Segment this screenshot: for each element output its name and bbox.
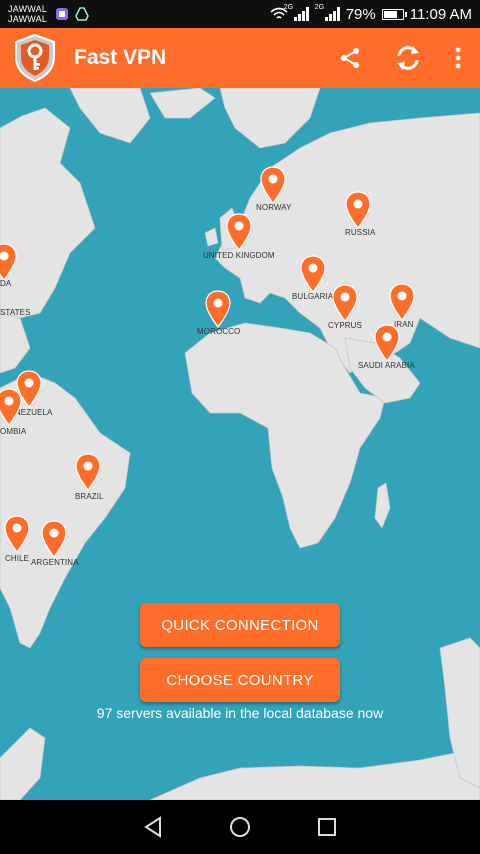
label-argentina: ARGENTINA xyxy=(31,558,79,567)
map-pin-icon xyxy=(345,191,371,229)
map-pin-icon xyxy=(332,284,358,322)
label-united-kingdom: UNITED KINGDOM xyxy=(203,251,275,260)
status-bar: JAWWAL JAWWAL 2G 2G 79% 11:09 AM xyxy=(0,0,480,28)
pin-morocco[interactable] xyxy=(205,290,231,328)
label-russia: RUSSIA xyxy=(345,228,376,237)
carrier-1: JAWWAL xyxy=(8,4,48,14)
recents-icon xyxy=(317,818,336,836)
pin-canada[interactable] xyxy=(0,243,17,281)
label-bulgaria: BULGARIA xyxy=(292,292,334,301)
network-type-1: 2G xyxy=(283,4,294,11)
label-chile: CHILE xyxy=(5,554,30,563)
pin-russia[interactable] xyxy=(345,191,371,229)
messenger-icon xyxy=(56,8,69,20)
signal-icon-2: 2G xyxy=(315,4,340,21)
shield-key-logo-icon xyxy=(15,33,55,83)
quick-connection-button[interactable]: QUICK CONNECTION xyxy=(140,603,340,647)
refresh-button[interactable] xyxy=(390,40,426,76)
label-morocco: MOROCCO xyxy=(197,327,241,336)
pin-brazil[interactable] xyxy=(75,453,101,491)
label-united-states: STATES xyxy=(0,308,31,317)
label-canada: DA xyxy=(0,279,12,288)
pin-bulgaria[interactable] xyxy=(300,255,326,293)
carrier-2: JAWWAL xyxy=(8,14,48,24)
battery-percent: 79% xyxy=(345,5,376,23)
pin-united-kingdom[interactable] xyxy=(226,213,252,251)
more-vert-icon xyxy=(455,47,461,69)
pin-norway[interactable] xyxy=(260,166,286,204)
pin-cyprus[interactable] xyxy=(332,284,358,322)
label-colombia: OMBIA xyxy=(0,427,27,436)
world-map[interactable]: NORWAY RUSSIA UNITED KINGDOM BULGARIA CY… xyxy=(0,88,480,800)
share-button[interactable] xyxy=(332,40,368,76)
share-icon xyxy=(341,48,359,68)
map-pin-icon xyxy=(226,213,252,251)
refresh-icon xyxy=(397,46,419,70)
label-brazil: BRAZIL xyxy=(75,492,104,501)
system-nav-bar xyxy=(0,800,480,854)
battery-icon xyxy=(381,8,407,20)
map-pin-icon xyxy=(0,388,22,426)
clock: 11:09 AM xyxy=(409,5,472,23)
label-saudi-arabia: SAUDI ARABIA xyxy=(358,361,415,370)
back-button[interactable] xyxy=(138,812,168,842)
more-options-button[interactable] xyxy=(448,40,468,76)
map-pin-icon xyxy=(300,255,326,293)
map-pin-icon xyxy=(75,453,101,491)
map-pin-icon xyxy=(205,290,231,328)
pin-saudi-arabia[interactable] xyxy=(374,324,400,362)
pin-colombia[interactable] xyxy=(0,388,22,426)
drive-icon xyxy=(75,7,89,21)
pin-argentina[interactable] xyxy=(41,520,67,558)
carrier-info: JAWWAL JAWWAL xyxy=(8,4,47,24)
label-cyprus: CYPRUS xyxy=(328,321,362,330)
map-pin-icon xyxy=(260,166,286,204)
app-bar: Fast VPN xyxy=(0,28,480,88)
map-pin-icon xyxy=(0,243,17,281)
servers-available-text: 97 servers available in the local databa… xyxy=(96,705,384,721)
choose-country-button[interactable]: CHOOSE COUNTRY xyxy=(140,658,340,702)
home-button[interactable] xyxy=(225,812,255,842)
pin-iran[interactable] xyxy=(389,283,415,321)
map-pin-icon xyxy=(41,520,67,558)
map-pin-icon xyxy=(389,283,415,321)
back-icon xyxy=(144,816,162,838)
map-pin-icon xyxy=(374,324,400,362)
signal-icon-1: 2G xyxy=(284,4,309,21)
label-norway: NORWAY xyxy=(256,203,292,212)
network-type-2: 2G xyxy=(314,4,325,11)
pin-chile[interactable] xyxy=(4,515,30,553)
app-title: Fast VPN xyxy=(74,46,167,69)
recents-button[interactable] xyxy=(312,812,342,842)
home-icon xyxy=(229,817,250,837)
map-pin-icon xyxy=(4,515,30,553)
